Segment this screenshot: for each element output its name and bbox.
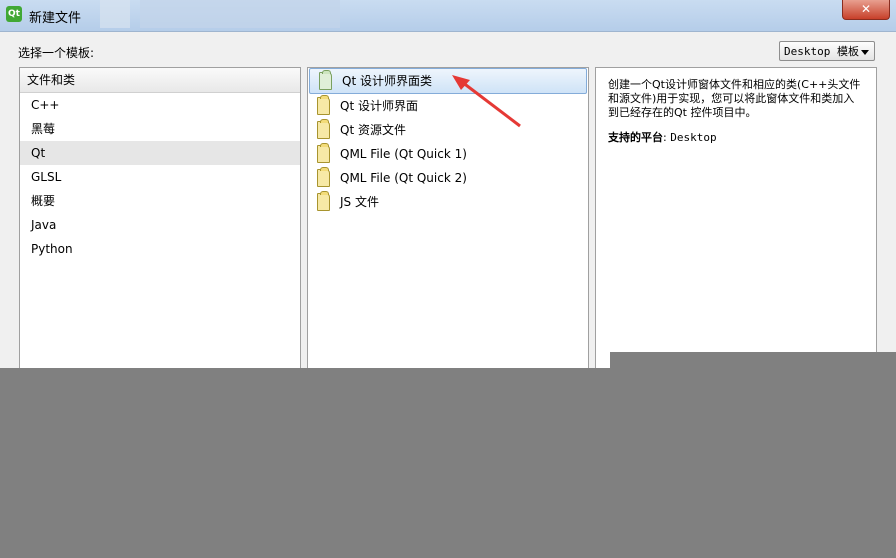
category-item-python[interactable]: Python [20, 237, 300, 261]
window-title: 新建文件 [29, 11, 82, 26]
background-window-strip [140, 0, 340, 28]
template-item-label: Qt 设计师界面类 [342, 74, 432, 88]
title-bar[interactable]: Qt 新建文件 ✕ [0, 0, 896, 32]
new-file-dialog: Qt 新建文件 ✕ 选择一个模板: Desktop 模板 文件和类 C++ 黑莓… [0, 0, 896, 368]
category-item-modeling[interactable]: 概要 [20, 189, 300, 213]
background-window-strip [100, 0, 130, 28]
ui-file-icon [319, 70, 332, 90]
close-button[interactable]: ✕ [842, 0, 890, 20]
file-icon [317, 143, 330, 163]
file-icon [317, 119, 330, 139]
platform-value: Desktop [670, 131, 717, 144]
file-icon [317, 167, 330, 187]
template-item-label: JS 文件 [340, 195, 379, 209]
file-icon [317, 95, 330, 115]
description-panel: 创建一个Qt设计师窗体文件和相应的类(C++头文件和源文件)用于实现，您可以将此… [595, 67, 877, 368]
chevron-down-icon [861, 50, 869, 55]
obscured-region-bottom [0, 368, 896, 558]
platform-filter-dropdown[interactable]: Desktop 模板 [779, 41, 875, 61]
template-item-qml-quick2[interactable]: QML File (Qt Quick 2) [308, 166, 588, 190]
template-item-label: QML File (Qt Quick 1) [340, 147, 467, 161]
category-item-blackberry[interactable]: 黑莓 [20, 117, 300, 141]
category-item-cpp[interactable]: C++ [20, 93, 300, 117]
annotation-arrow [452, 75, 521, 128]
obscured-region [610, 352, 896, 368]
template-item-js-file[interactable]: JS 文件 [308, 190, 588, 214]
file-icon [317, 191, 330, 211]
template-item-label: Qt 设计师界面 [340, 99, 418, 113]
platform-filter-value: Desktop 模板 [784, 45, 859, 58]
platform-label: 支持的平台 [608, 131, 663, 144]
qt-app-icon: Qt [6, 6, 22, 22]
category-item-java[interactable]: Java [20, 213, 300, 237]
arrow-shaft [461, 80, 521, 128]
category-list-header: 文件和类 [20, 68, 300, 93]
template-item-qml-quick1[interactable]: QML File (Qt Quick 1) [308, 142, 588, 166]
category-item-glsl[interactable]: GLSL [20, 165, 300, 189]
supported-platforms: 支持的平台: Desktop [608, 131, 717, 144]
template-description: 创建一个Qt设计师窗体文件和相应的类(C++头文件和源文件)用于实现，您可以将此… [608, 78, 861, 119]
template-item-label: Qt 资源文件 [340, 123, 406, 137]
template-item-label: QML File (Qt Quick 2) [340, 171, 467, 185]
category-item-qt[interactable]: Qt [20, 141, 300, 165]
category-list: 文件和类 C++ 黑莓 Qt GLSL 概要 Java Python [19, 67, 301, 368]
choose-template-label: 选择一个模板: [18, 46, 95, 60]
